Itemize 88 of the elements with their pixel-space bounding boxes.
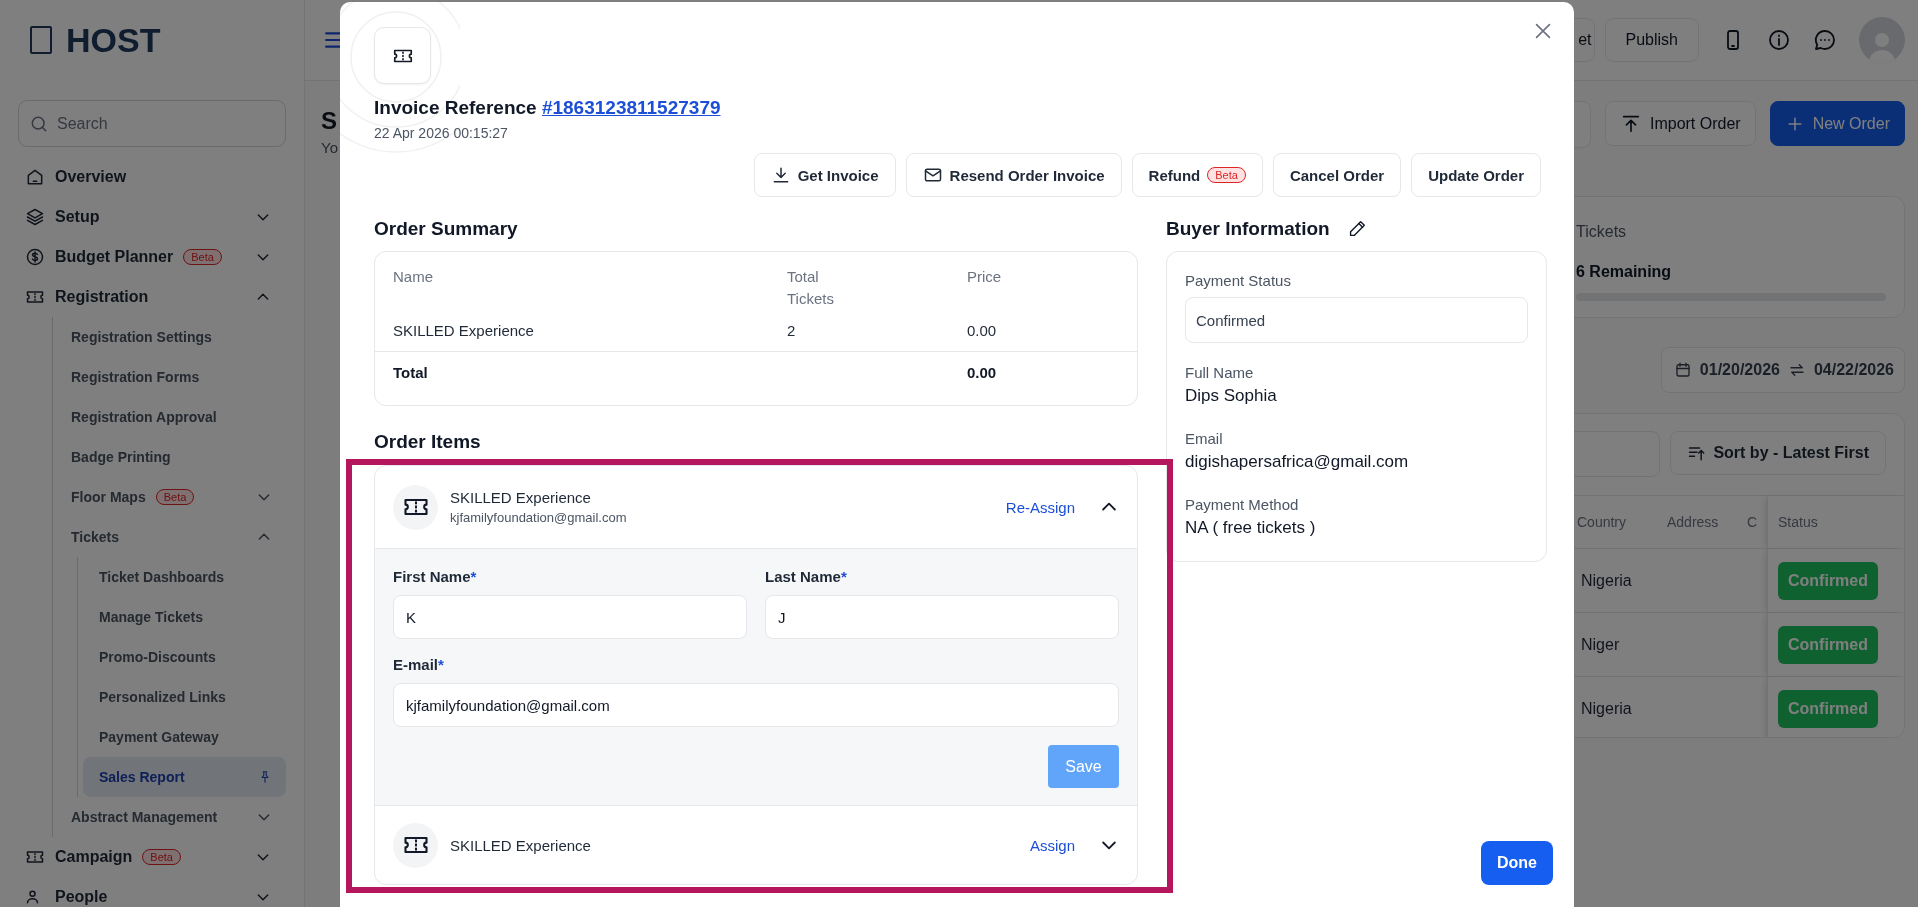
nav-item[interactable]: Ticket Dashboards	[83, 557, 286, 597]
text-field[interactable]: J	[765, 595, 1119, 639]
field-label: Payment Method	[1185, 495, 1300, 515]
search-field[interactable]: Search	[18, 100, 286, 147]
table-cell: 2	[787, 322, 796, 339]
done-button[interactable]: Done	[1481, 841, 1553, 885]
logo: HOST	[66, 20, 161, 60]
total-value: 0.00	[967, 364, 997, 381]
table-cell: 0.00	[967, 322, 997, 339]
column-header: Status	[1767, 496, 1903, 549]
field-value: NA ( free tickets )	[1185, 517, 1317, 539]
nav-item[interactable]: Promo-Discounts	[83, 637, 286, 677]
nav-item[interactable]: People	[0, 877, 285, 907]
layers-icon	[25, 207, 45, 227]
nav-item[interactable]: Badge Printing	[53, 437, 286, 477]
field-label: E-mail*	[393, 655, 445, 675]
invoice-date: 22 Apr 2026 00:15:27	[374, 125, 509, 141]
item-name: SKILLED Experience	[450, 836, 592, 854]
section-title: Buyer Information	[1166, 217, 1330, 241]
nav-item[interactable]: Budget Planner Beta	[0, 237, 285, 277]
nav-item[interactable]: Abstract Management	[53, 797, 286, 837]
calendar-icon	[1673, 361, 1692, 379]
field-label: Last Name*	[765, 567, 848, 587]
field-value: digishapersafrica@gmail.com	[1185, 451, 1410, 473]
column-header: Total Tickets	[787, 267, 835, 309]
action-button[interactable]: Get Invoice	[753, 153, 896, 197]
assign-link[interactable]: Assign	[1029, 836, 1075, 854]
text-field[interactable]: K	[393, 595, 747, 639]
nav-item[interactable]: Registration	[0, 277, 285, 317]
action-button[interactable]: Cancel Order	[1272, 153, 1402, 197]
field-label: Full Name	[1185, 363, 1255, 383]
item-name: SKILLED Experience	[450, 489, 592, 506]
status-badge: Confirmed	[1778, 625, 1878, 664]
import-order-button[interactable]: Import Order	[1604, 101, 1756, 146]
total-label: Total	[393, 364, 428, 381]
nav-item[interactable]: Tickets	[53, 517, 286, 557]
card-title: Tickets	[1576, 223, 1628, 241]
column-header: Address	[1651, 496, 1731, 549]
nav-item[interactable]: Overview	[0, 157, 285, 197]
nav-item[interactable]: Manage Tickets	[83, 597, 286, 637]
nav-item[interactable]: Registration Settings	[53, 317, 286, 357]
pin-icon	[258, 770, 272, 784]
field-value: Dips Sophia	[1185, 385, 1278, 407]
text-field[interactable]: kjfamilyfoundation@gmail.com	[393, 683, 1119, 727]
field-label: Email	[1185, 429, 1224, 449]
action-button[interactable]: Refund Beta	[1131, 153, 1263, 197]
remaining-count: 6 Remaining	[1576, 263, 1673, 281]
nav-item[interactable]: Payment Gateway	[83, 717, 286, 757]
section-title: Order Items	[374, 430, 482, 454]
logo-icon	[30, 26, 52, 54]
beta-badge: Beta	[183, 249, 222, 265]
item-email: kjfamilyfoundation@gmail.com	[450, 510, 628, 525]
action-button[interactable]: Update Order	[1411, 153, 1541, 197]
chat-icon	[1813, 28, 1837, 52]
invoice-reference-link[interactable]: #1863123811527379	[541, 97, 721, 118]
invoice-title: Invoice Reference #1863123811527379	[374, 96, 722, 120]
section-title: Order Summary	[374, 217, 519, 241]
mail-icon	[922, 165, 943, 185]
home-icon	[25, 167, 45, 187]
sort-button[interactable]: Sort by - Latest First	[1670, 431, 1886, 475]
action-button[interactable]: Resend Order Invoice	[905, 153, 1122, 197]
beta-badge: Beta	[1207, 167, 1246, 183]
nav-item[interactable]: Registration Approval	[53, 397, 286, 437]
nav-item[interactable]: Sales Report	[83, 757, 286, 797]
nav-item[interactable]: Registration Forms	[53, 357, 286, 397]
payment-status-field[interactable]: Confirmed	[1185, 297, 1528, 343]
new-order-button[interactable]: New Order	[1769, 101, 1905, 146]
dollar-icon	[25, 247, 45, 267]
beta-badge: Beta	[142, 849, 181, 865]
nav-item[interactable]: Floor Maps Beta	[53, 477, 286, 517]
nav-item[interactable]: Campaign Beta	[0, 837, 285, 877]
nav-item[interactable]: Personalized Links	[83, 677, 286, 717]
nav-item[interactable]: Setup	[0, 197, 285, 237]
column-header: Price	[967, 267, 1002, 287]
info-icon	[1767, 28, 1791, 52]
table-cell: SKILLED Experience	[393, 322, 534, 339]
beta-badge: Beta	[155, 489, 195, 505]
swap-arrows-icon	[1787, 361, 1806, 379]
page-title: S	[321, 107, 338, 135]
date-range-picker[interactable]: 01/20/2026 04/22/2026	[1660, 347, 1905, 393]
page-subtitle: Yo	[321, 139, 338, 156]
assign-link[interactable]: Re-Assign	[1005, 498, 1075, 516]
toolbar-button[interactable]: Publish	[1604, 18, 1699, 62]
field-label: Payment Status	[1185, 271, 1292, 291]
column-header: Name	[393, 267, 433, 287]
status-badge: Confirmed	[1778, 689, 1878, 728]
field-label: First Name*	[393, 567, 478, 587]
status-badge: Confirmed	[1778, 561, 1878, 600]
